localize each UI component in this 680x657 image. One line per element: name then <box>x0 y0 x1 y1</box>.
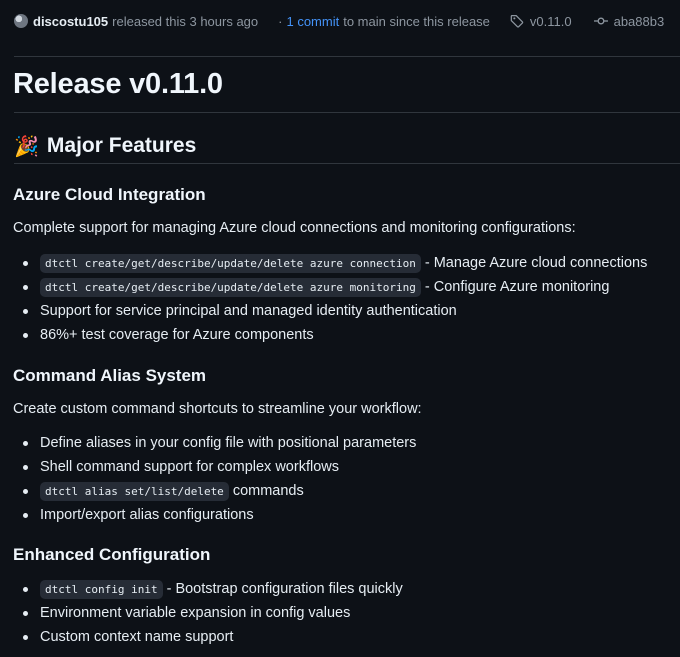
list-item-text: - Configure Azure monitoring <box>424 279 610 295</box>
heading-enhanced-configuration: Enhanced Configuration <box>13 545 211 564</box>
azure-feature-list: dtctl create/get/describe/update/delete … <box>0 251 680 347</box>
list-item: Support for service principal and manage… <box>0 299 680 323</box>
list-item: Environment variable expansion in config… <box>0 601 680 625</box>
list-item: 86%+ test coverage for Azure components <box>0 323 680 347</box>
list-item-text: Environment variable expansion in config… <box>40 605 351 621</box>
author-link[interactable]: discostu105 <box>33 14 108 29</box>
commit-sha-link[interactable]: aba88b3 <box>593 13 665 29</box>
released-text: released this 3 hours ago <box>112 13 259 29</box>
alias-feature-list: Define aliases in your config file with … <box>0 431 680 527</box>
list-item-text: Import/export alias configurations <box>40 507 254 523</box>
release-title[interactable]: Release v0.11.0 <box>13 68 223 101</box>
list-item-text: - Bootstrap configuration files quickly <box>166 581 403 597</box>
list-item: dtctl alias set/list/delete commands <box>0 479 680 503</box>
tag-label: v0.11.0 <box>529 13 572 29</box>
tag-icon <box>510 15 524 28</box>
separator-dot: · <box>278 13 283 29</box>
release-meta-bar: discostu105 released this 3 hours ago · … <box>14 11 666 31</box>
inline-code: dtctl config init <box>40 580 163 599</box>
inline-code: dtctl alias set/list/delete <box>40 482 229 501</box>
commit-sha: aba88b3 <box>613 13 665 29</box>
section-heading-label: Major Features <box>46 134 197 157</box>
config-feature-list: dtctl config init - Bootstrap configurati… <box>0 577 680 649</box>
list-item-text: Support for service principal and manage… <box>40 303 457 319</box>
list-item: Define aliases in your config file with … <box>0 431 680 455</box>
list-item-text: Shell command support for complex workfl… <box>40 459 339 475</box>
list-item-text: - Manage Azure cloud connections <box>424 255 648 271</box>
section-heading-major-features: 🎉 Major Features <box>14 134 196 158</box>
author-avatar[interactable] <box>14 14 28 28</box>
heading-command-alias-system: Command Alias System <box>13 366 207 385</box>
heading-azure-cloud-integration: Azure Cloud Integration <box>13 185 206 204</box>
azure-intro-text: Complete support for managing Azure clou… <box>13 220 576 236</box>
list-item: Import/export alias configurations <box>0 503 680 527</box>
list-item-text: commands <box>232 483 304 499</box>
tag-link[interactable]: v0.11.0 <box>510 14 572 29</box>
release-page: discostu105 released this 3 hours ago · … <box>0 0 680 657</box>
divider <box>14 163 680 164</box>
divider <box>14 56 680 57</box>
list-item: dtctl config init - Bootstrap configurati… <box>0 577 680 601</box>
list-item-text: Custom context name support <box>40 629 234 645</box>
alias-intro-text: Create custom command shortcuts to strea… <box>13 401 422 417</box>
commits-suffix: to main since this release <box>343 13 490 29</box>
list-item: Custom context name support <box>0 625 680 649</box>
commit-icon <box>593 17 608 25</box>
list-item: dtctl create/get/describe/update/delete … <box>0 275 680 299</box>
list-item-text: 86%+ test coverage for Azure components <box>40 327 314 343</box>
list-item: Shell command support for complex workfl… <box>0 455 680 479</box>
inline-code: dtctl create/get/describe/update/delete … <box>40 278 421 297</box>
list-item-text: Define aliases in your config file with … <box>40 435 417 451</box>
list-item: dtctl create/get/describe/update/delete … <box>0 251 680 275</box>
commits-link[interactable]: 1 commit <box>286 14 339 29</box>
inline-code: dtctl create/get/describe/update/delete … <box>40 254 421 273</box>
divider <box>14 112 680 113</box>
party-popper-icon: 🎉 <box>14 134 39 158</box>
